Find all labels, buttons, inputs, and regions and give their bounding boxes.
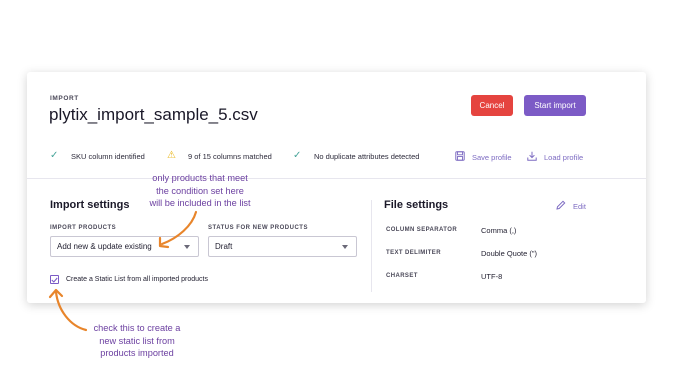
annotation-arrows — [48, 210, 198, 332]
